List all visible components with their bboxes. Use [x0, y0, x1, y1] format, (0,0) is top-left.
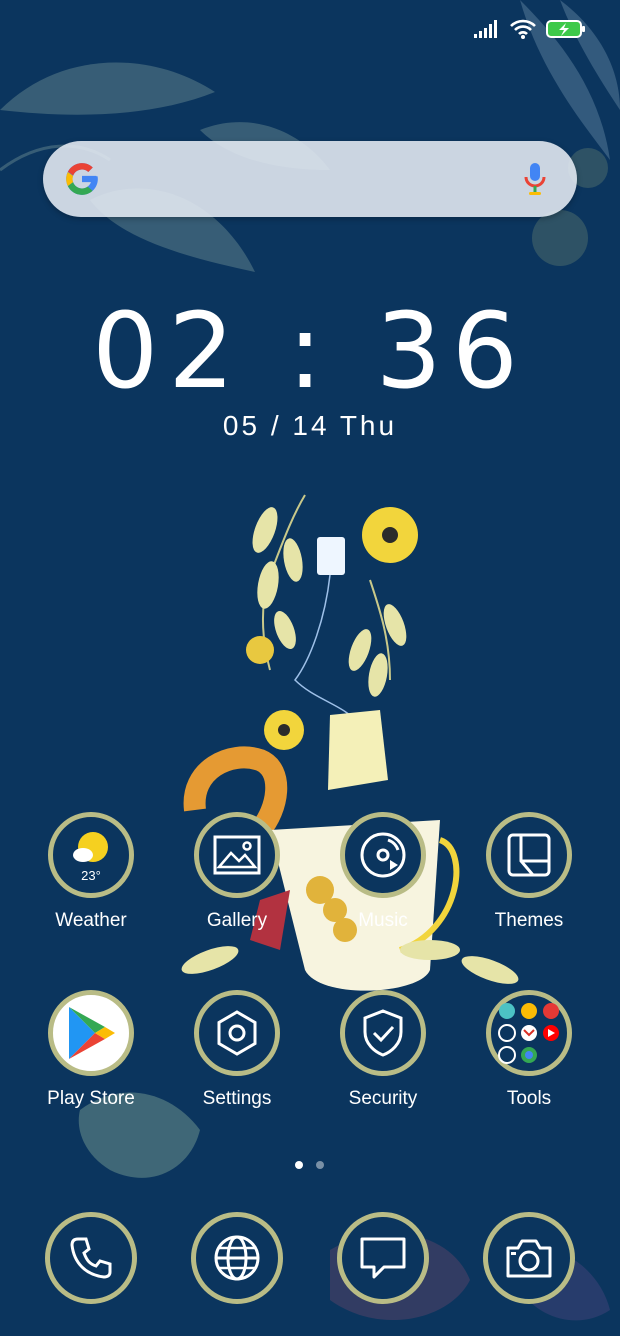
themes-icon [486, 812, 572, 898]
folder-icon [486, 990, 572, 1076]
yellow-flower-top [362, 507, 418, 563]
app-settings[interactable]: Settings [172, 990, 302, 1110]
dock-browser[interactable] [172, 1212, 302, 1304]
browser-globe-icon [191, 1212, 283, 1304]
page-dot[interactable] [316, 1161, 324, 1169]
app-security[interactable]: Security [318, 990, 448, 1110]
weather-icon: 23° [48, 812, 134, 898]
clock-widget-time[interactable]: 02 : 36 [0, 290, 620, 412]
app-label: Weather [55, 910, 127, 931]
google-search-bar[interactable] [43, 141, 577, 217]
app-themes[interactable]: Themes [464, 812, 594, 932]
wifi-icon [510, 19, 536, 39]
app-gallery[interactable]: Gallery [172, 812, 302, 932]
app-label: Play Store [47, 1088, 135, 1109]
status-bar [474, 14, 586, 44]
signal-bars-icon [474, 20, 497, 38]
app-label: Security [348, 1088, 418, 1109]
wallpaper-tea-illustration [181, 494, 519, 991]
app-weather[interactable]: 23° Weather [26, 812, 156, 932]
app-label: Tools [506, 1088, 552, 1109]
clock-widget-date: 05 / 14 Thu [222, 410, 398, 441]
page-dot-active[interactable] [295, 1161, 303, 1169]
dock-messages[interactable] [318, 1212, 448, 1304]
app-tools-folder[interactable]: Tools [464, 990, 594, 1110]
gallery-icon [194, 812, 280, 898]
app-label: Gallery [206, 910, 268, 931]
settings-icon [194, 990, 280, 1076]
weather-temp: 23° [81, 868, 101, 883]
security-icon [340, 990, 426, 1076]
app-music[interactable]: Music [318, 812, 448, 932]
app-play-store[interactable]: Play Store [26, 990, 156, 1110]
mic-icon[interactable] [523, 161, 547, 197]
app-label: Settings [202, 1088, 272, 1109]
app-label: Music [358, 910, 408, 931]
app-label: Themes [494, 910, 564, 931]
battery-charging-icon [546, 20, 585, 38]
dock-phone[interactable] [26, 1212, 156, 1304]
messages-icon [337, 1212, 429, 1304]
play-store-icon [48, 990, 134, 1076]
phone-icon [45, 1212, 137, 1304]
dock-camera[interactable] [464, 1212, 594, 1304]
camera-icon [483, 1212, 575, 1304]
music-icon [340, 812, 426, 898]
google-g-icon [66, 163, 98, 195]
